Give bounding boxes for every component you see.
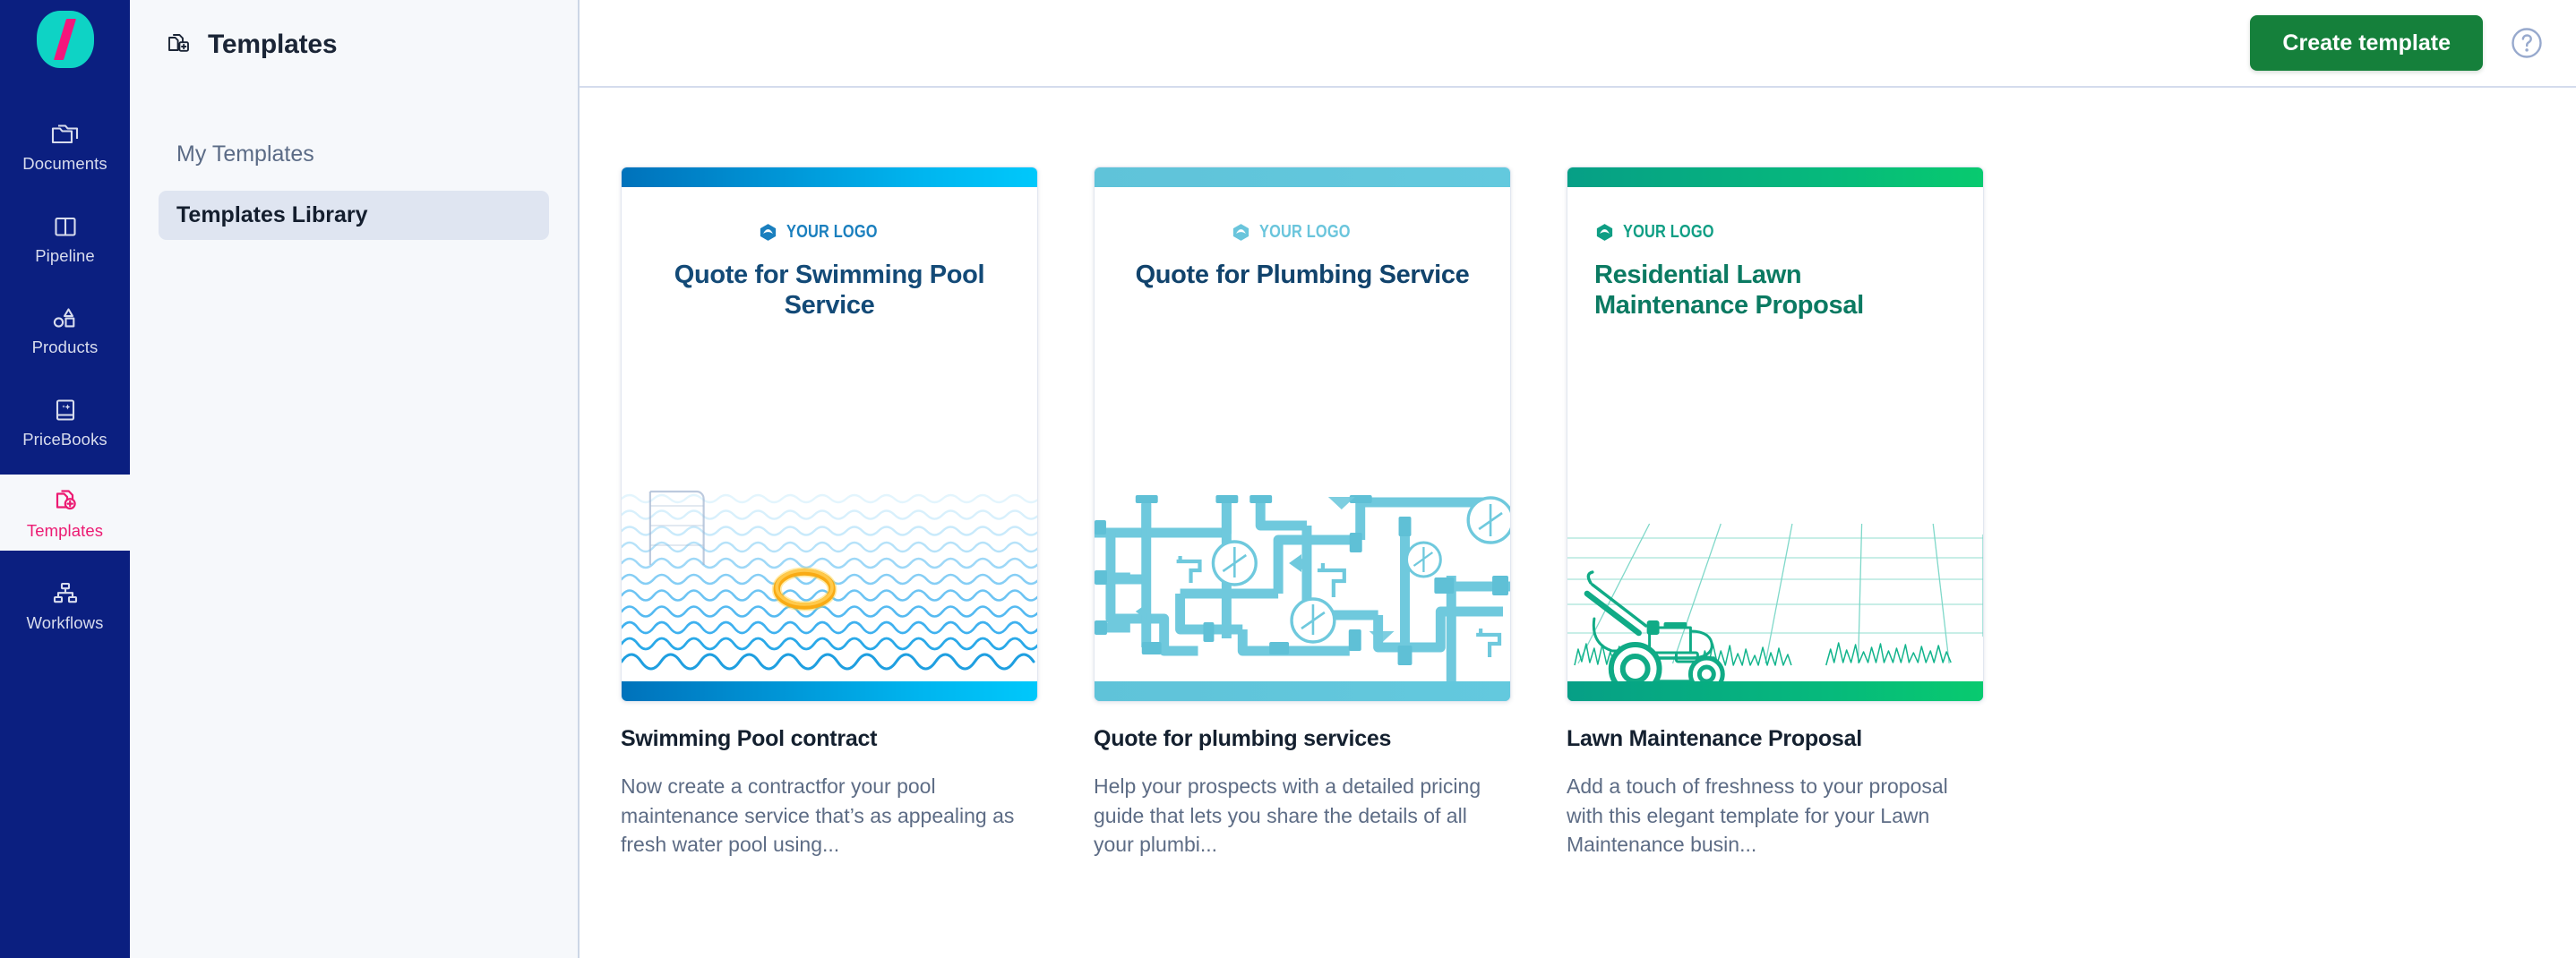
hexagon-swoosh-icon — [758, 222, 778, 243]
preview-accent-bar — [1095, 167, 1510, 187]
preview-accent-bar — [622, 167, 1037, 187]
sidebar-item-documents[interactable]: Documents — [0, 107, 130, 184]
question-mark-circle-icon[interactable] — [2508, 24, 2546, 62]
app-logo[interactable] — [36, 11, 94, 68]
templates-add-icon — [49, 486, 82, 517]
sidebar-label: PriceBooks — [22, 429, 107, 449]
preview-doc-title: Quote for Plumbing Service — [1135, 261, 1470, 289]
secondary-sidebar: Templates My Templates Templates Library — [130, 0, 580, 958]
template-card-title: Quote for plumbing services — [1094, 726, 1392, 751]
preview-logo-text: YOUR LOGO — [786, 221, 879, 242]
template-card[interactable]: YOUR LOGO Quote for Plumbing Service Quo… — [1094, 167, 1511, 860]
template-preview[interactable]: YOUR LOGO Quote for Plumbing Service — [1094, 167, 1511, 702]
preview-body: YOUR LOGO Residential Lawn Maintenance P… — [1567, 187, 1983, 701]
template-card[interactable]: YOUR LOGO Residential Lawn Maintenance P… — [1567, 167, 1984, 860]
preview-logo: YOUR LOGO — [1095, 221, 1510, 243]
templates-library-content: YOUR LOGO Quote for Swimming Pool Servic… — [580, 88, 2576, 958]
template-card-description: Now create a contractfor your pool maint… — [621, 774, 1015, 857]
primary-sidebar: Documents Pipeline Products PriceBooks T… — [0, 0, 130, 958]
lawn-mower-grass-illustration — [1567, 511, 1983, 701]
secondary-sidebar-header: Templates — [130, 0, 578, 90]
pricebooks-book-icon — [49, 395, 82, 425]
workflows-hierarchy-icon — [49, 578, 82, 609]
preview-body: YOUR LOGO Quote for Swimming Pool Servic… — [622, 187, 1037, 701]
sidebar-label: Workflows — [26, 612, 104, 632]
pipeline-columns-icon — [49, 211, 82, 242]
preview-doc-title: Residential Lawn Maintenance Proposal — [1594, 261, 1864, 320]
preview-bottom-bar — [1095, 681, 1510, 701]
template-card[interactable]: YOUR LOGO Quote for Swimming Pool Servic… — [621, 167, 1038, 860]
preview-logo: YOUR LOGO — [622, 221, 1037, 243]
template-preview[interactable]: YOUR LOGO Quote for Swimming Pool Servic… — [621, 167, 1038, 702]
sidebar-item-templates[interactable]: Templates — [0, 475, 130, 551]
pool-waves-ladder-float-illustration — [622, 486, 1037, 701]
template-card-grid: YOUR LOGO Quote for Swimming Pool Servic… — [621, 167, 2576, 860]
template-preview[interactable]: YOUR LOGO Residential Lawn Maintenance P… — [1567, 167, 1984, 702]
top-toolbar: Create template — [580, 0, 2576, 88]
preview-logo-text: YOUR LOGO — [1623, 221, 1714, 242]
preview-bottom-bar — [622, 681, 1037, 701]
template-card-description: Add a touch of freshness to your proposa… — [1567, 774, 1948, 857]
secondary-sidebar-links: My Templates Templates Library — [130, 90, 578, 240]
template-card-title: Swimming Pool contract — [621, 726, 878, 751]
preview-body: YOUR LOGO Quote for Plumbing Service — [1095, 187, 1510, 701]
slash-logo-icon — [53, 19, 77, 60]
page-title: Templates — [208, 30, 338, 59]
documents-folder-icon — [49, 119, 82, 150]
template-card-description: Help your prospects with a detailed pric… — [1094, 774, 1481, 857]
sidebar-label: Pipeline — [35, 245, 95, 265]
sidebar-label: Templates — [26, 521, 104, 540]
sidebar-item-pricebooks[interactable]: PriceBooks — [0, 383, 130, 459]
sidebar-label: Products — [31, 338, 99, 356]
hexagon-swoosh-icon — [1231, 222, 1251, 243]
preview-doc-title: Quote for Swimming Pool Service — [674, 261, 985, 320]
sidebar-item-workflows[interactable]: Workflows — [0, 567, 130, 643]
sidebar-item-products[interactable]: Products — [0, 291, 130, 367]
app-root: Documents Pipeline Products PriceBooks T… — [0, 0, 2576, 958]
subnav-item-my-templates[interactable]: My Templates — [159, 130, 549, 179]
preview-logo: YOUR LOGO — [1594, 221, 1737, 243]
preview-logo-text: YOUR LOGO — [1259, 221, 1352, 242]
main-area: Create template YOUR LOGO Quote for Swim… — [580, 0, 2576, 958]
subnav-item-templates-library[interactable]: Templates Library — [159, 191, 549, 240]
preview-bottom-bar — [1567, 681, 1983, 701]
plumbing-pipes-network-illustration — [1095, 477, 1510, 701]
hexagon-swoosh-icon — [1594, 222, 1615, 243]
sidebar-item-pipeline[interactable]: Pipeline — [0, 200, 130, 276]
template-card-title: Lawn Maintenance Proposal — [1567, 726, 1862, 751]
sidebar-label: Documents — [22, 154, 107, 173]
templates-add-icon — [166, 30, 193, 59]
products-shapes-icon — [49, 303, 82, 333]
create-template-button[interactable]: Create template — [2250, 15, 2483, 71]
preview-accent-bar — [1567, 167, 1983, 187]
